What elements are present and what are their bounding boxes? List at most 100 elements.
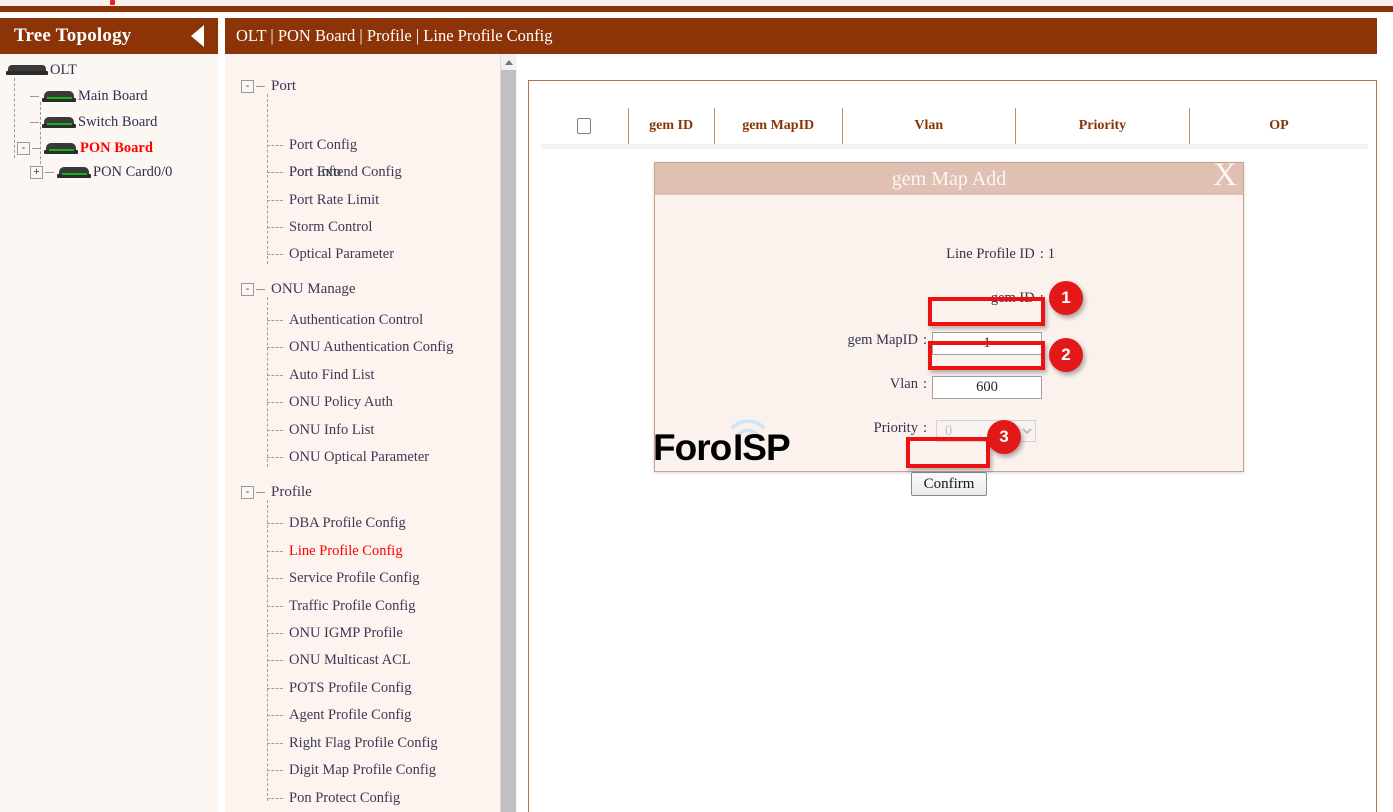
menu-item-traffic-profile-config[interactable]: Traffic Profile Config bbox=[267, 598, 415, 615]
menu-item-port-extend-config[interactable]: Port Extend Config bbox=[267, 164, 402, 181]
tree-expander-minus-icon[interactable]: - bbox=[17, 142, 30, 155]
menu-item-label: Optical Parameter bbox=[289, 246, 394, 263]
menu-item-onu-info-list[interactable]: ONU Info List bbox=[267, 422, 374, 439]
menu-connector-dash bbox=[267, 578, 283, 579]
menu-item-label: Port Extend Config bbox=[289, 164, 402, 181]
breadcrumb-bar: OLT | PON Board | Profile | Line Profile… bbox=[225, 18, 1377, 54]
collapse-left-arrow-icon[interactable] bbox=[191, 25, 204, 47]
gem-mapid-input[interactable] bbox=[932, 332, 1042, 355]
menu-item-digit-map-profile-config[interactable]: Digit Map Profile Config bbox=[267, 762, 436, 779]
field-label: Priority bbox=[874, 420, 918, 437]
menu-item-label: Authentication Control bbox=[289, 312, 423, 329]
tree-node-main-board[interactable]: Main Board bbox=[30, 88, 148, 105]
menu-item-label: ONU Info List bbox=[289, 422, 374, 439]
field-colon: : bbox=[923, 332, 927, 349]
menu-item-label: Agent Profile Config bbox=[289, 707, 411, 724]
menu-item-pots-profile-config[interactable]: POTS Profile Config bbox=[267, 680, 411, 697]
menu-scrollbar[interactable] bbox=[500, 54, 515, 812]
menu-group-label: ONU Manage bbox=[271, 281, 356, 298]
tree-expander-minus-icon[interactable]: - bbox=[241, 486, 254, 499]
field-colon: : bbox=[1040, 290, 1044, 307]
scrollbar-thumb[interactable] bbox=[501, 70, 516, 812]
tree-connector-dash bbox=[256, 492, 265, 493]
menu-item-label: ONU Multicast ACL bbox=[289, 652, 411, 669]
field-label: gem ID bbox=[991, 290, 1035, 307]
device-olt-icon bbox=[6, 65, 48, 76]
menu-item-pon-protect-config[interactable]: Pon Protect Config bbox=[267, 790, 400, 807]
menu-item-label: Digit Map Profile Config bbox=[289, 762, 436, 779]
field-label: gem MapID bbox=[848, 332, 918, 349]
menu-item-onu-policy-auth[interactable]: ONU Policy Auth bbox=[267, 394, 393, 411]
menu-item-port-rate-limit[interactable]: Port Rate Limit bbox=[267, 192, 379, 209]
tree-node-label: OLT bbox=[50, 62, 77, 79]
close-x-icon[interactable]: X bbox=[1213, 159, 1237, 192]
checkbox-unchecked-icon[interactable] bbox=[577, 118, 591, 134]
tree-expander-plus-icon[interactable]: + bbox=[30, 166, 43, 179]
menu-item-agent-profile-config[interactable]: Agent Profile Config bbox=[267, 707, 411, 724]
tree-node-pon-card[interactable]: + PON Card0/0 bbox=[30, 164, 172, 181]
menu-item-onu-authentication-config[interactable]: ONU Authentication Config bbox=[267, 339, 453, 356]
priority-select: 0 bbox=[936, 420, 1036, 442]
field-colon: : bbox=[923, 420, 927, 437]
menu-connector-dash bbox=[267, 254, 283, 255]
menu-item-dba-profile-config[interactable]: DBA Profile Config bbox=[267, 515, 406, 532]
tree-connector bbox=[14, 78, 15, 158]
tree-node-switch-board[interactable]: Switch Board bbox=[30, 114, 157, 131]
device-board-icon bbox=[44, 142, 78, 155]
field-priority: Priority : bbox=[655, 420, 931, 437]
tree-topology-sidebar: Tree Topology OLT Main Board bbox=[0, 18, 218, 812]
menu-connector-dash bbox=[267, 430, 283, 431]
tree-node-pon-board[interactable]: - PON Board bbox=[17, 140, 153, 157]
menu-group-label: Port bbox=[271, 78, 296, 95]
tree-expander-minus-icon[interactable]: - bbox=[241, 283, 254, 296]
vlan-input[interactable] bbox=[932, 376, 1042, 399]
tree-node-olt[interactable]: OLT bbox=[6, 62, 77, 79]
menu-connector-dash bbox=[267, 660, 283, 661]
menu-connector-dash bbox=[267, 743, 283, 744]
menu-item-auto-find-list[interactable]: Auto Find List bbox=[267, 367, 374, 384]
menu-connector-dash bbox=[267, 798, 283, 799]
menu-connector-dash bbox=[267, 200, 283, 201]
menu-item-label: Storm Control bbox=[289, 219, 372, 236]
menu-connector-dash bbox=[267, 688, 283, 689]
table-header-select-all[interactable] bbox=[541, 108, 628, 144]
scroll-up-arrow-icon[interactable] bbox=[501, 54, 516, 70]
menu-connector-dash bbox=[267, 523, 283, 524]
field-value: 1 bbox=[1048, 290, 1055, 307]
tree-expander-minus-icon[interactable]: - bbox=[241, 80, 254, 93]
menu-item-line-profile-config[interactable]: Line Profile Config bbox=[267, 543, 403, 560]
menu-item-authentication-control[interactable]: Authentication Control bbox=[267, 312, 423, 329]
top-marker-dot bbox=[110, 0, 115, 5]
menu-item-right-flag-profile-config[interactable]: Right Flag Profile Config bbox=[267, 735, 438, 752]
sidebar-title: Tree Topology bbox=[14, 25, 132, 47]
menu-item-label: DBA Profile Config bbox=[289, 515, 406, 532]
dialog-body: Foro ISP Line Profile ID : 1 gem ID : 1 … bbox=[655, 195, 1243, 471]
dialog-title: gem Map Add bbox=[892, 168, 1006, 191]
dialog-title-bar: gem Map Add X bbox=[655, 163, 1243, 195]
menu-item-label: ONU Authentication Config bbox=[289, 339, 453, 356]
menu-item-storm-control[interactable]: Storm Control bbox=[267, 219, 372, 236]
menu-item-port-config[interactable]: Port Config bbox=[267, 137, 357, 154]
menu-item-onu-multicast-acl[interactable]: ONU Multicast ACL bbox=[267, 652, 411, 669]
confirm-button[interactable]: Confirm bbox=[911, 472, 987, 496]
tree-node-label: Main Board bbox=[78, 88, 148, 105]
device-board-icon bbox=[42, 116, 76, 129]
tree-node-label: PON Card0/0 bbox=[93, 164, 172, 181]
menu-item-onu-optical-parameter[interactable]: ONU Optical Parameter bbox=[267, 449, 429, 466]
menu-connector-dash bbox=[267, 770, 283, 771]
menu-group-profile[interactable]: - Profile bbox=[241, 484, 312, 501]
tree-node-label: PON Board bbox=[80, 140, 153, 157]
tree-node-label: Switch Board bbox=[78, 114, 157, 131]
device-board-icon bbox=[42, 90, 76, 103]
menu-item-service-profile-config[interactable]: Service Profile Config bbox=[267, 570, 419, 587]
menu-item-onu-igmp-profile[interactable]: ONU IGMP Profile bbox=[267, 625, 403, 642]
menu-group-onu-manage[interactable]: - ONU Manage bbox=[241, 281, 356, 298]
menu-group-port[interactable]: - Port bbox=[241, 78, 296, 95]
table-header-gem-id: gem ID bbox=[628, 108, 714, 144]
menu-connector-dash bbox=[267, 375, 283, 376]
menu-item-label: POTS Profile Config bbox=[289, 680, 411, 697]
tree-connector-dash bbox=[256, 289, 265, 290]
field-gem-mapid: gem MapID : bbox=[655, 332, 931, 349]
menu-group-label: Profile bbox=[271, 484, 312, 501]
menu-item-optical-parameter[interactable]: Optical Parameter bbox=[267, 246, 394, 263]
